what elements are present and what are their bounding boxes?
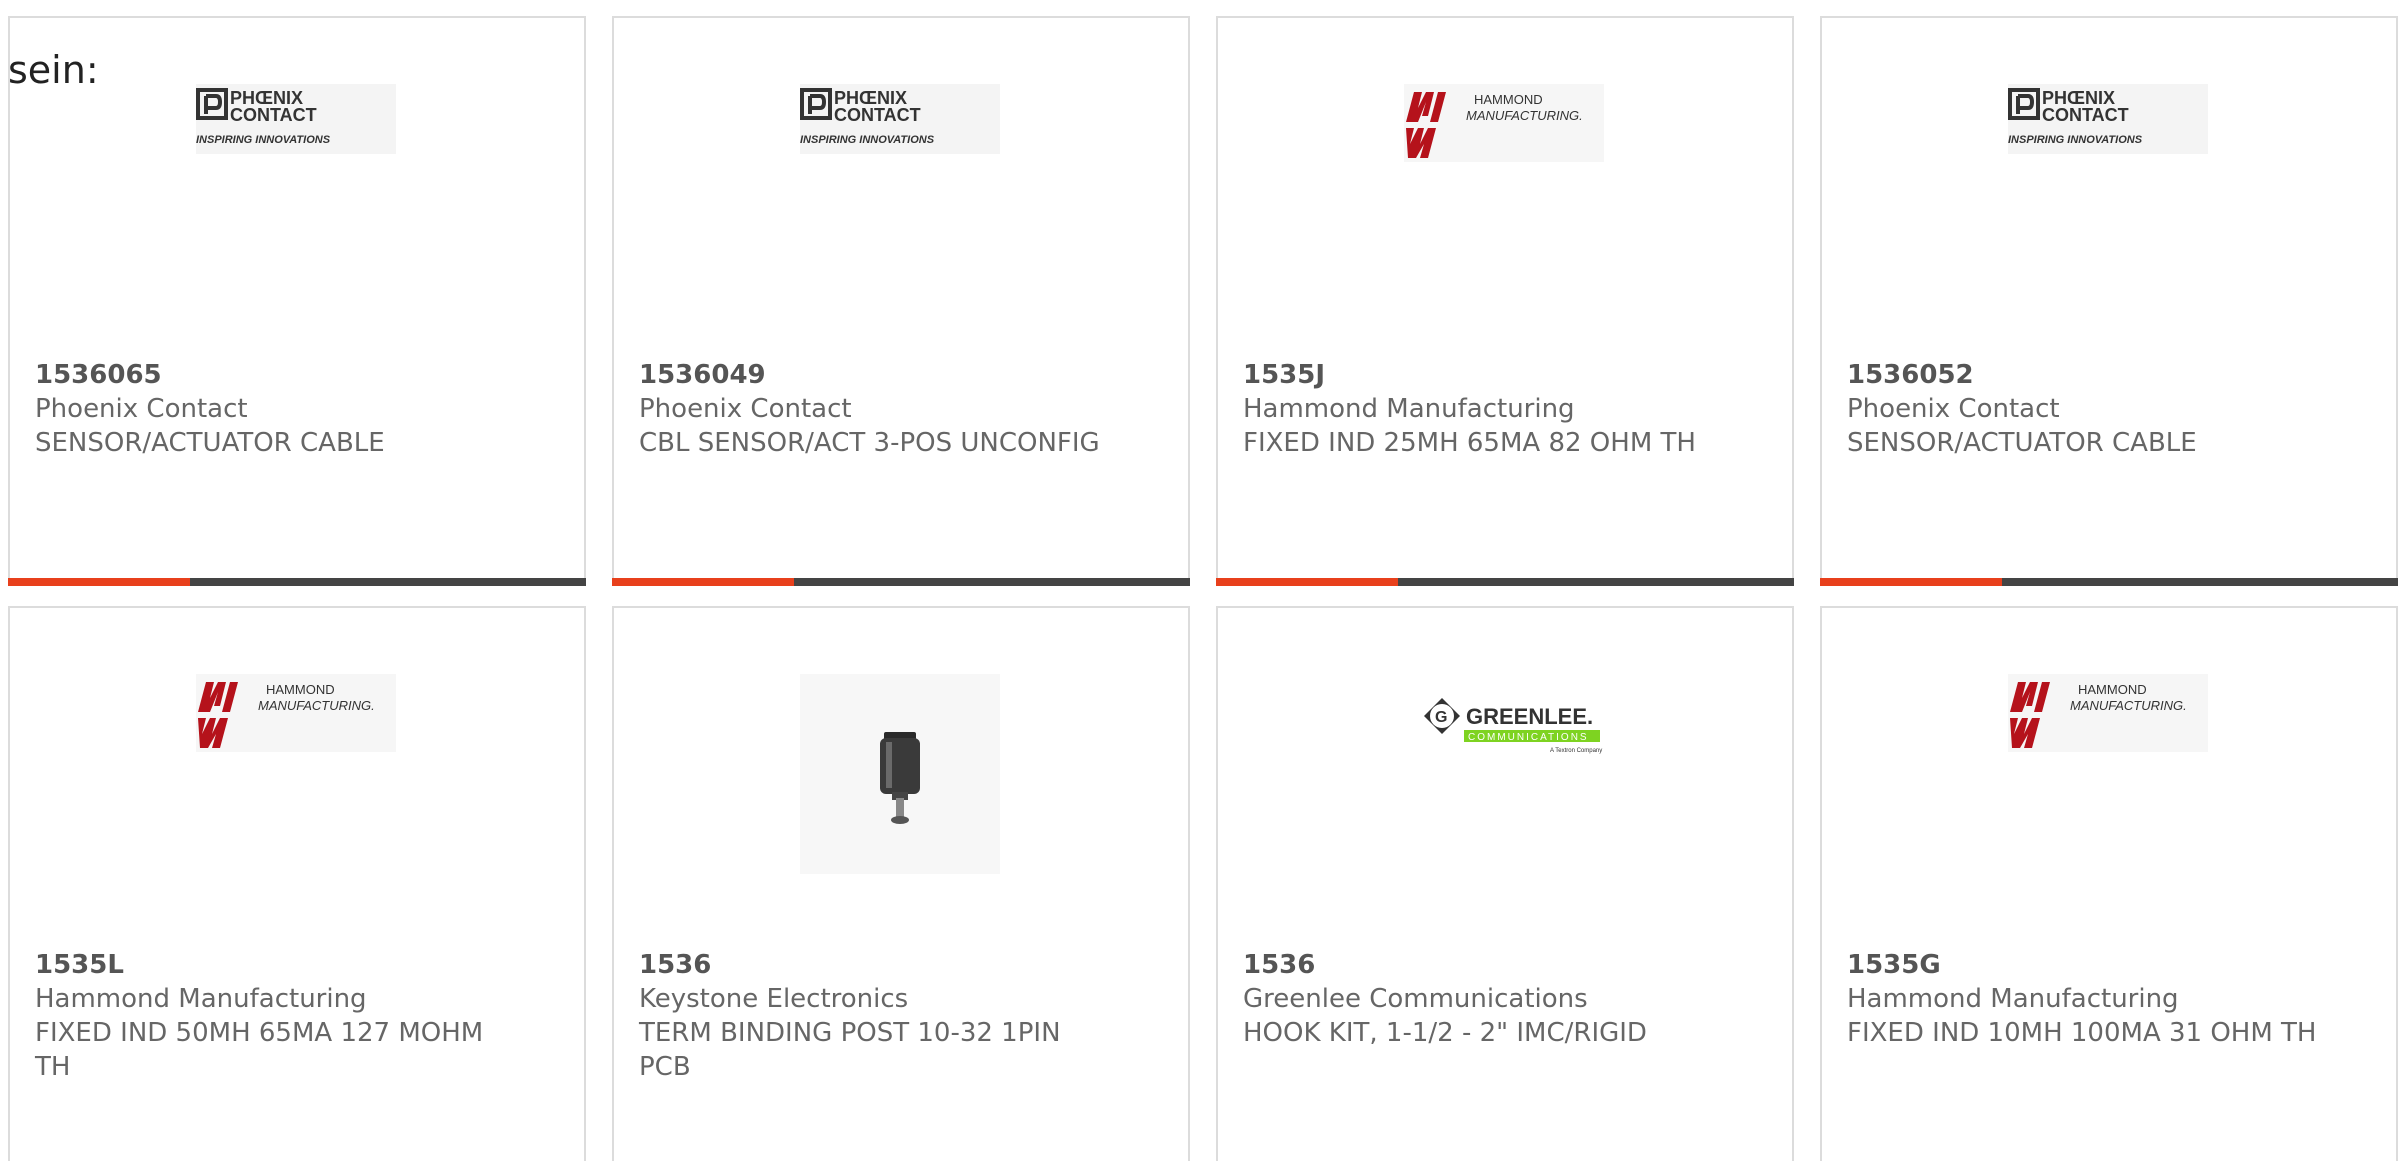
manufacturer-name: Keystone Electronics: [639, 984, 909, 1014]
svg-text:COMMUNICATIONS: COMMUNICATIONS: [1468, 732, 1589, 743]
manufacturer-logo[interactable]: HAMMOND MANUFACTURING.: [196, 674, 396, 874]
svg-text:CONTACT: CONTACT: [230, 105, 317, 125]
phoenix-contact-logo: PHŒNIX CONTACT INSPIRING INNOVATIONS: [800, 84, 1000, 154]
product-card[interactable]: PHŒNIX CONTACT INSPIRING INNOVATIONS 153…: [1820, 16, 2398, 586]
part-number[interactable]: 1536052: [1847, 358, 2387, 392]
part-number[interactable]: 1535L: [35, 948, 575, 982]
svg-text:MANUFACTURING.: MANUFACTURING.: [258, 698, 375, 713]
part-number[interactable]: 1536: [1243, 948, 1783, 982]
manufacturer-name: Phoenix Contact: [639, 394, 852, 424]
greenlee-communications-logo: G GREENLEE. COMMUNICATIONS A Textron Com…: [1424, 698, 1602, 754]
card-accent-bar: [1820, 578, 2002, 586]
product-card[interactable]: PHŒNIX CONTACT INSPIRING INNOVATIONS 153…: [612, 16, 1190, 586]
product-description: FIXED IND 50MH 65MA 127 MOHM TH: [35, 1018, 484, 1082]
intro-text: sein:: [8, 48, 99, 92]
part-number[interactable]: 1535G: [1847, 948, 2387, 982]
manufacturer-logo[interactable]: PHŒNIX CONTACT INSPIRING INNOVATIONS: [800, 84, 1000, 284]
product-card[interactable]: 1536 Keystone Electronics TERM BINDING P…: [612, 606, 1190, 1161]
product-grid-page: sein: PHŒNIX CONTACT INSPIRING INNOVATIO…: [0, 0, 2400, 1161]
svg-text:GREENLEE.: GREENLEE.: [1466, 704, 1593, 729]
svg-text:HAMMOND: HAMMOND: [2078, 682, 2147, 697]
hammond-manufacturing-logo: HAMMOND MANUFACTURING.: [196, 674, 396, 752]
product-description: FIXED IND 25MH 65MA 82 OHM TH: [1243, 428, 1696, 458]
manufacturer-name: Hammond Manufacturing: [1243, 394, 1575, 424]
phoenix-contact-logo: PHŒNIX CONTACT INSPIRING INNOVATIONS: [196, 84, 396, 154]
product-description: SENSOR/ACTUATOR CABLE: [35, 428, 385, 458]
part-number[interactable]: 1536065: [35, 358, 575, 392]
svg-text:HAMMOND: HAMMOND: [266, 682, 335, 697]
svg-text:HAMMOND: HAMMOND: [1474, 92, 1543, 107]
card-bottom-bar: [8, 578, 586, 586]
manufacturer-logo[interactable]: PHŒNIX CONTACT INSPIRING INNOVATIONS: [196, 84, 396, 284]
product-description: FIXED IND 10MH 100MA 31 OHM TH: [1847, 1018, 2317, 1048]
svg-text:CONTACT: CONTACT: [834, 105, 921, 125]
svg-text:G: G: [1435, 709, 1447, 726]
manufacturer-name: Hammond Manufacturing: [35, 984, 367, 1014]
hammond-manufacturing-logo: HAMMOND MANUFACTURING.: [2008, 674, 2208, 752]
manufacturer-logo[interactable]: G GREENLEE. COMMUNICATIONS A Textron Com…: [1404, 674, 1604, 874]
card-accent-bar: [612, 578, 794, 586]
part-number[interactable]: 1536: [639, 948, 1179, 982]
product-card[interactable]: HAMMOND MANUFACTURING. 1535L Hammond Man…: [8, 606, 586, 1161]
svg-text:MANUFACTURING.: MANUFACTURING.: [1466, 108, 1583, 123]
part-number[interactable]: 1535J: [1243, 358, 1783, 392]
manufacturer-name: Phoenix Contact: [35, 394, 248, 424]
phoenix-contact-logo: PHŒNIX CONTACT INSPIRING INNOVATIONS: [2008, 84, 2208, 154]
product-description: SENSOR/ACTUATOR CABLE: [1847, 428, 2197, 458]
manufacturer-logo[interactable]: HAMMOND MANUFACTURING.: [1404, 84, 1604, 284]
product-description: CBL SENSOR/ACT 3-POS UNCONFIG: [639, 428, 1100, 458]
manufacturer-name: Phoenix Contact: [1847, 394, 2060, 424]
card-bottom-bar: [1820, 578, 2398, 586]
product-image[interactable]: [800, 674, 1000, 874]
svg-text:MANUFACTURING.: MANUFACTURING.: [2070, 698, 2187, 713]
product-card[interactable]: G GREENLEE. COMMUNICATIONS A Textron Com…: [1216, 606, 1794, 1161]
card-accent-bar: [1216, 578, 1398, 586]
product-card[interactable]: PHŒNIX CONTACT INSPIRING INNOVATIONS 153…: [8, 16, 586, 586]
product-card[interactable]: HAMMOND MANUFACTURING. 1535J Hammond Man…: [1216, 16, 1794, 586]
product-description: HOOK KIT, 1-1/2 - 2" IMC/RIGID: [1243, 1018, 1647, 1048]
svg-text:INSPIRING INNOVATIONS: INSPIRING INNOVATIONS: [2008, 134, 2143, 146]
svg-text:INSPIRING INNOVATIONS: INSPIRING INNOVATIONS: [196, 134, 331, 146]
manufacturer-name: Greenlee Communications: [1243, 984, 1588, 1014]
svg-text:A Textron Company: A Textron Company: [1550, 748, 1602, 754]
manufacturer-logo[interactable]: PHŒNIX CONTACT INSPIRING INNOVATIONS: [2008, 84, 2208, 284]
hammond-manufacturing-logo: HAMMOND MANUFACTURING.: [1404, 84, 1604, 162]
manufacturer-name: Hammond Manufacturing: [1847, 984, 2179, 1014]
svg-text:CONTACT: CONTACT: [2042, 105, 2129, 125]
part-number[interactable]: 1536049: [639, 358, 1179, 392]
card-bottom-bar: [612, 578, 1190, 586]
manufacturer-logo[interactable]: HAMMOND MANUFACTURING.: [2008, 674, 2208, 874]
card-accent-bar: [8, 578, 190, 586]
product-card[interactable]: HAMMOND MANUFACTURING. 1535G Hammond Man…: [1820, 606, 2398, 1161]
product-description: TERM BINDING POST 10-32 1PIN PCB: [639, 1018, 1061, 1082]
binding-post-product-image: [800, 674, 1000, 874]
svg-text:INSPIRING INNOVATIONS: INSPIRING INNOVATIONS: [800, 134, 935, 146]
card-bottom-bar: [1216, 578, 1794, 586]
